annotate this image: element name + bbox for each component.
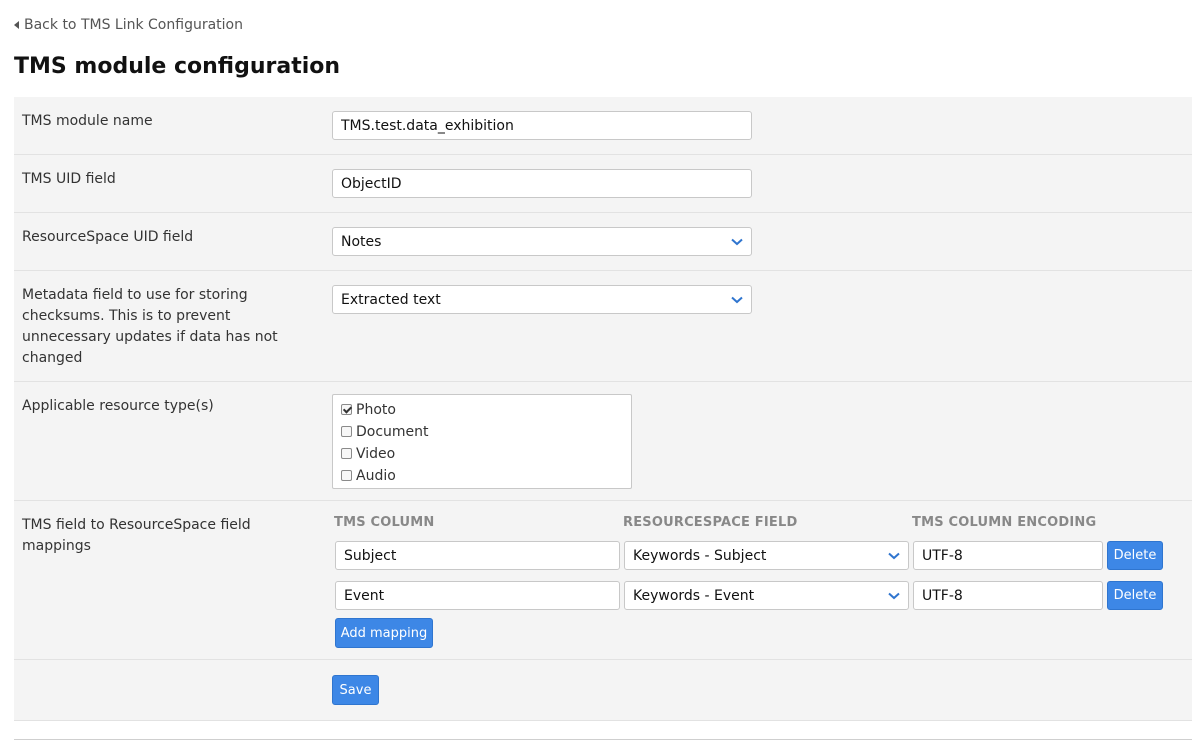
back-link-label: Back to TMS Link Configuration	[24, 17, 243, 33]
checkbox-audio[interactable]	[341, 469, 352, 481]
header-tms-encoding: TMS COLUMN ENCODING	[912, 515, 1097, 530]
module-name-input[interactable]	[332, 111, 752, 140]
checksum-field-value: Extracted text	[341, 291, 441, 308]
rs-uid-field-value: Notes	[341, 233, 382, 250]
chevron-down-icon	[888, 592, 900, 599]
resource-type-label: Document	[356, 424, 429, 440]
mapping-rs-field-value: Keywords - Subject	[633, 547, 767, 564]
mapping-tms-column-input[interactable]	[335, 581, 620, 610]
row-module-name: TMS module name	[14, 97, 1192, 155]
header-rs-field: RESOURCESPACE FIELD	[623, 515, 798, 530]
field-mappings-label: TMS field to ResourceSpace field mapping…	[22, 517, 251, 554]
delete-mapping-button[interactable]: Delete	[1107, 581, 1163, 610]
config-form: TMS module name TMS UID field ResourceSp…	[14, 97, 1192, 721]
resource-type-label: Audio	[356, 468, 396, 484]
page-title: TMS module configuration	[14, 54, 341, 79]
back-link[interactable]: Back to TMS Link Configuration	[14, 17, 243, 33]
uid-field-label: TMS UID field	[22, 171, 116, 187]
checkbox-photo[interactable]	[341, 403, 352, 415]
resource-type-photo[interactable]: Photo	[341, 399, 623, 421]
delete-mapping-button[interactable]: Delete	[1107, 541, 1163, 570]
row-uid-field: TMS UID field	[14, 155, 1192, 213]
resource-types-label: Applicable resource type(s)	[22, 398, 214, 414]
checksum-field-label: Metadata field to use for storing checks…	[22, 287, 278, 366]
checkbox-document[interactable]	[341, 425, 352, 437]
resource-type-list: Photo Document Video Audio	[332, 394, 632, 489]
rs-uid-field-select[interactable]: Notes	[332, 227, 752, 256]
mapping-rs-field-value: Keywords - Event	[633, 587, 755, 604]
mapping-tms-column-input[interactable]	[335, 541, 620, 570]
header-tms-column: TMS COLUMN	[334, 515, 435, 530]
checkbox-video[interactable]	[341, 447, 352, 459]
resource-type-label: Video	[356, 446, 396, 462]
row-field-mappings: TMS field to ResourceSpace field mapping…	[14, 501, 1192, 660]
resource-type-label: Photo	[356, 402, 396, 418]
chevron-down-icon	[731, 296, 743, 303]
mapping-rs-field-select[interactable]: Keywords - Event	[624, 581, 909, 610]
chevron-down-icon	[731, 238, 743, 245]
save-button[interactable]: Save	[332, 675, 379, 705]
add-mapping-button[interactable]: Add mapping	[335, 618, 433, 648]
mapping-encoding-input[interactable]	[913, 541, 1103, 570]
row-checksum-field: Metadata field to use for storing checks…	[14, 271, 1192, 382]
footer-divider	[14, 739, 1192, 740]
uid-field-input[interactable]	[332, 169, 752, 198]
row-resource-types: Applicable resource type(s) Photo Docume…	[14, 382, 1192, 501]
row-save: Save	[14, 660, 1192, 721]
resource-type-video[interactable]: Video	[341, 443, 623, 465]
resource-type-audio[interactable]: Audio	[341, 465, 623, 487]
caret-left-icon	[14, 21, 19, 29]
checksum-field-select[interactable]: Extracted text	[332, 285, 752, 314]
rs-uid-field-label: ResourceSpace UID field	[22, 229, 194, 245]
module-name-label: TMS module name	[22, 113, 153, 129]
chevron-down-icon	[888, 552, 900, 559]
resource-type-document[interactable]: Document	[341, 421, 623, 443]
mapping-rs-field-select[interactable]: Keywords - Subject	[624, 541, 909, 570]
row-rs-uid-field: ResourceSpace UID field Notes	[14, 213, 1192, 271]
mapping-encoding-input[interactable]	[913, 581, 1103, 610]
